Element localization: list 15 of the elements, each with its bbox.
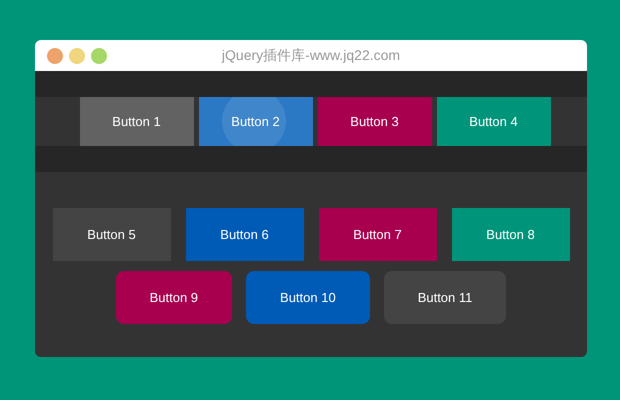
maximize-button[interactable] bbox=[91, 48, 107, 64]
window-title: jQuery插件库-www.jq22.com bbox=[222, 46, 400, 65]
button[interactable]: Button 1 bbox=[80, 97, 194, 146]
minimize-button[interactable] bbox=[69, 48, 85, 64]
button[interactable]: Button 10 bbox=[246, 271, 370, 324]
button[interactable]: Button 3 bbox=[318, 97, 432, 146]
button[interactable]: Button 6 bbox=[186, 208, 304, 261]
button[interactable]: Button 8 bbox=[452, 208, 570, 261]
button[interactable]: Button 11 bbox=[384, 271, 506, 324]
button[interactable]: Button 7 bbox=[318, 208, 436, 261]
button[interactable]: Button 4 bbox=[436, 97, 550, 146]
button[interactable]: Button 9 bbox=[116, 271, 232, 324]
button[interactable]: Button 5 bbox=[52, 208, 170, 261]
close-button[interactable] bbox=[47, 48, 63, 64]
button[interactable]: Button 2 bbox=[198, 97, 312, 146]
